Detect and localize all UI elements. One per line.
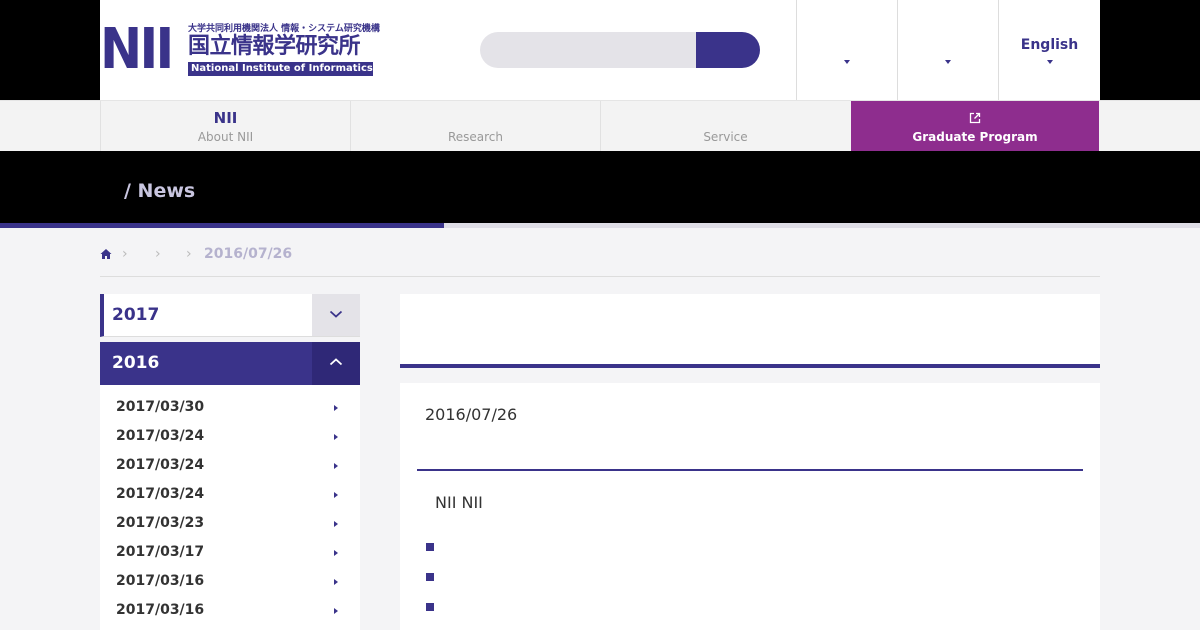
article-divider [417, 469, 1083, 471]
nav-research[interactable]: Research [350, 101, 600, 151]
chevron-up-icon [329, 358, 343, 366]
global-nav: NII About NII Research Service Graduate … [0, 100, 1200, 151]
article-header [400, 294, 1100, 364]
title-accent-track [444, 223, 1200, 228]
nav-title: NII [213, 109, 238, 127]
external-link-icon [969, 112, 981, 124]
caret-right-icon [334, 521, 338, 527]
nav-subtitle: Research [447, 130, 504, 144]
caret-right-icon [334, 463, 338, 469]
bullet-square-icon [426, 543, 434, 551]
nav-about-nii[interactable]: NII About NII [100, 101, 350, 151]
nii-logo[interactable]: NII 大学共同利用機関法人 情報・システム研究機構 国立情報学研究所 Nati… [100, 17, 380, 82]
caret-right-icon [334, 434, 338, 440]
news-date-list: 2017/03/30 2017/03/24 2017/03/24 2017/03… [100, 385, 360, 630]
search-input[interactable] [480, 32, 700, 68]
list-item[interactable]: 2017/03/16 [100, 567, 360, 596]
news-date: 2017/03/16 [116, 573, 205, 589]
breadcrumb-divider [100, 276, 1100, 277]
title-accent-bar [0, 223, 444, 228]
chevron-down-icon [945, 60, 951, 64]
expand-button[interactable] [312, 294, 360, 336]
chevron-right-icon: › [155, 246, 161, 262]
article-text: NII NII [435, 493, 483, 512]
year-toggle-2017[interactable]: 2017 [100, 294, 360, 337]
nav-graduate-program[interactable]: Graduate Program [851, 101, 1099, 151]
news-date: 2017/03/23 [116, 515, 205, 531]
caret-right-icon [334, 492, 338, 498]
list-item[interactable]: 2017/03/24 [100, 451, 360, 480]
home-icon[interactable] [100, 248, 112, 260]
collapse-button[interactable] [312, 342, 360, 385]
list-item[interactable]: 2017/03/23 [100, 509, 360, 538]
bullet-square-icon [426, 573, 434, 581]
caret-right-icon [334, 608, 338, 614]
chevron-down-icon [1046, 60, 1053, 64]
header-menu-1[interactable] [796, 0, 897, 100]
news-date: 2017/03/17 [116, 544, 205, 560]
chevron-down-icon [844, 60, 850, 64]
logo-mark: NII [100, 17, 174, 82]
caret-right-icon [334, 579, 338, 585]
header-menu-2[interactable] [897, 0, 998, 100]
logo-org-name: 大学共同利用機関法人 情報・システム研究機構 [188, 24, 380, 34]
year-label: 2017 [112, 305, 160, 325]
language-menu[interactable]: English [998, 0, 1100, 100]
list-item[interactable]: 2017/03/24 [100, 422, 360, 451]
chevron-right-icon: › [122, 246, 128, 262]
nav-subtitle: About NII [197, 130, 254, 144]
caret-right-icon [334, 405, 338, 411]
news-date: 2017/03/16 [116, 602, 205, 618]
language-label: English [1020, 37, 1079, 53]
news-date: 2017/03/24 [116, 428, 205, 444]
header: NII 大学共同利用機関法人 情報・システム研究機構 国立情報学研究所 Nati… [100, 0, 1100, 100]
year-label: 2016 [112, 353, 160, 373]
chevron-down-icon [329, 310, 343, 318]
news-date: 2017/03/24 [116, 486, 205, 502]
year-toggle-2016[interactable]: 2016 [100, 342, 360, 385]
article-header-rule [400, 364, 1100, 368]
news-date: 2017/03/24 [116, 457, 205, 473]
list-item[interactable]: 2017/03/16 [100, 596, 360, 625]
logo-jp-name: 国立情報学研究所 [188, 34, 361, 59]
bullet-square-icon [426, 603, 434, 611]
nav-service[interactable]: Service [600, 101, 850, 151]
breadcrumb-current: 2016/07/26 [204, 246, 293, 262]
list-item[interactable]: 2017/03/24 [100, 480, 360, 509]
list-item[interactable]: 2017/03/30 [100, 393, 360, 422]
search-button[interactable] [696, 32, 760, 68]
caret-right-icon [334, 550, 338, 556]
breadcrumb: › › › 2016/07/26 [100, 244, 1100, 266]
logo-en-name: National Institute of Informatics [188, 62, 373, 76]
page-title: / News [124, 180, 196, 202]
news-date: 2017/03/30 [116, 399, 205, 415]
chevron-right-icon: › [186, 246, 192, 262]
nav-subtitle: Graduate Program [912, 130, 1038, 144]
list-item[interactable]: 2017/03/17 [100, 538, 360, 567]
nav-subtitle: Service [703, 130, 748, 144]
article-date: 2016/07/26 [425, 405, 518, 424]
